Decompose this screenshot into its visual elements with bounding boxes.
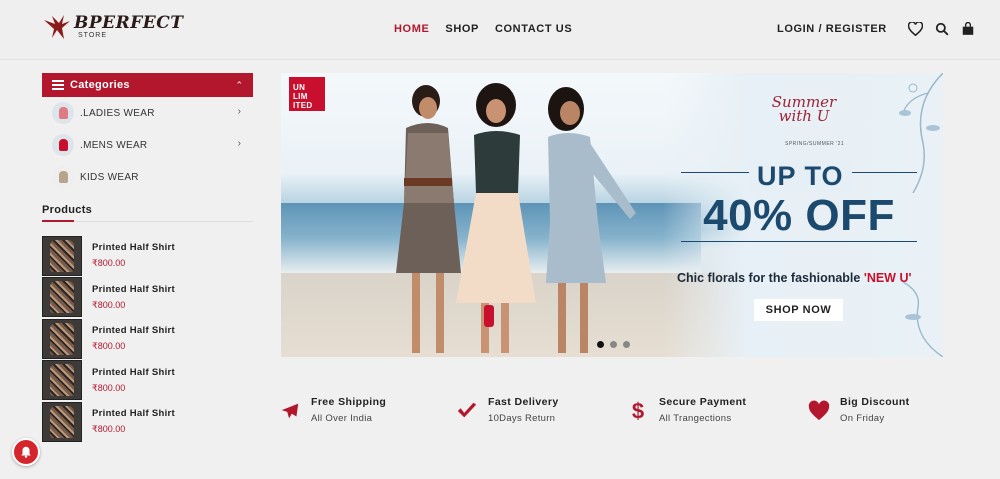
feature-free-shipping: Free Shipping All Over India <box>279 396 386 424</box>
product-name[interactable]: Printed Half Shirt <box>92 408 175 419</box>
chevron-right-icon[interactable]: › <box>238 138 241 149</box>
feature-fast-delivery: Fast Delivery 10Days Return <box>456 396 559 424</box>
hero-banner[interactable]: UN LIM ITED Summer with U SPRING/SUMMER … <box>281 73 943 357</box>
product-image[interactable] <box>42 401 82 442</box>
product-name[interactable]: Printed Half Shirt <box>92 284 175 295</box>
product-item[interactable]: Printed Half Shirt ₹800.00 <box>42 318 253 360</box>
unlimited-badge: UN LIM ITED <box>289 77 325 111</box>
banner-tagline: Chic florals for the fashionable 'NEW U' <box>677 271 911 285</box>
feature-big-discount: Big Discount On Friday <box>808 396 910 424</box>
eagle-logo-icon <box>44 15 70 39</box>
shop-now-button[interactable]: SHOP NOW <box>754 299 843 321</box>
product-price: ₹800.00 <box>92 424 126 435</box>
product-item[interactable]: Printed Half Shirt ₹800.00 <box>42 360 253 402</box>
chevron-up-icon[interactable]: ⌃ <box>235 80 243 91</box>
brand-logo[interactable]: BPERFECT STORE <box>42 12 183 42</box>
product-image[interactable] <box>42 360 82 401</box>
product-item[interactable]: Printed Half Shirt ₹800.00 <box>42 401 253 443</box>
search-icon[interactable] <box>933 20 951 38</box>
slider-dot[interactable] <box>610 341 617 348</box>
feature-secure-payment: $ Secure Payment All Trangections <box>627 396 746 424</box>
category-label: .MENS WEAR <box>80 139 148 151</box>
tagline-text: Chic florals for the fashionable <box>677 271 864 285</box>
product-list: Printed Half Shirt ₹800.00 Printed Half … <box>42 235 253 443</box>
login-register-link[interactable]: LOGIN / REGISTER <box>777 23 887 35</box>
category-label: .LADIES WEAR <box>80 107 155 119</box>
product-price: ₹800.00 <box>92 258 126 269</box>
slider-dots <box>597 341 636 348</box>
checkmark-icon <box>457 402 477 418</box>
bell-icon <box>21 446 31 458</box>
headline-top: UP TO <box>749 161 852 192</box>
category-item-kids[interactable]: KIDS WEAR <box>42 161 253 193</box>
feature-subtitle: All Over India <box>311 413 373 424</box>
product-name[interactable]: Printed Half Shirt <box>92 325 175 336</box>
nav-home[interactable]: HOME <box>394 23 429 35</box>
product-name[interactable]: Printed Half Shirt <box>92 367 175 378</box>
category-thumb <box>52 102 74 124</box>
heart-icon[interactable] <box>907 20 925 38</box>
products-title: Products <box>42 204 93 216</box>
chevron-right-icon[interactable]: › <box>238 106 241 117</box>
category-list: .LADIES WEAR › .MENS WEAR › KIDS WEAR <box>42 97 253 193</box>
cart-icon[interactable] <box>959 20 977 38</box>
category-thumb <box>52 134 74 156</box>
feature-title: Secure Payment <box>659 396 747 408</box>
nav-shop[interactable]: SHOP <box>445 23 479 35</box>
feature-title: Fast Delivery <box>488 396 559 408</box>
product-item[interactable]: Printed Half Shirt ₹800.00 <box>42 235 253 277</box>
notification-bell-button[interactable] <box>12 438 40 466</box>
categories-header[interactable]: Categories ⌃ <box>42 73 253 97</box>
categories-title: Categories <box>70 79 130 91</box>
brand-name: BPERFECT <box>74 13 184 33</box>
product-price: ₹800.00 <box>92 299 126 310</box>
products-divider <box>42 220 253 222</box>
heart-icon <box>808 400 830 421</box>
product-image[interactable] <box>42 235 82 276</box>
dollar-icon: $ <box>632 400 644 422</box>
category-item-ladies[interactable]: .LADIES WEAR › <box>42 97 253 129</box>
menu-icon <box>52 80 64 90</box>
category-label: KIDS WEAR <box>80 171 139 183</box>
feature-title: Big Discount <box>840 396 910 408</box>
header-actions: LOGIN / REGISTER <box>777 20 977 38</box>
airplane-icon <box>281 403 299 419</box>
product-name[interactable]: Printed Half Shirt <box>92 242 175 253</box>
feature-title: Free Shipping <box>311 396 387 408</box>
product-price: ₹800.00 <box>92 382 126 393</box>
product-price: ₹800.00 <box>92 341 126 352</box>
headline-main: 40% OFF <box>703 191 895 240</box>
category-item-mens[interactable]: .MENS WEAR › <box>42 129 253 161</box>
slider-dot[interactable] <box>623 341 630 348</box>
slider-dot[interactable] <box>597 341 604 348</box>
summer-script-title: Summer with U <box>771 93 837 125</box>
product-item[interactable]: Printed Half Shirt ₹800.00 <box>42 277 253 319</box>
main-nav: HOME SHOP CONTACT US <box>394 23 588 35</box>
feature-subtitle: All Trangections <box>659 413 732 424</box>
brand-sub: STORE <box>78 32 107 39</box>
floral-decoration-icon <box>902 281 943 357</box>
site-header: BPERFECT STORE HOME SHOP CONTACT US LOGI… <box>0 0 1000 60</box>
svg-text:$: $ <box>632 400 644 422</box>
product-image[interactable] <box>42 318 82 359</box>
floral-decoration-icon <box>899 73 943 193</box>
product-image[interactable] <box>42 277 82 318</box>
category-thumb <box>52 166 74 188</box>
feature-subtitle: On Friday <box>840 413 885 424</box>
feature-subtitle: 10Days Return <box>488 413 556 424</box>
headline-rule <box>681 241 917 242</box>
season-label: SPRING/SUMMER '21 <box>785 141 845 147</box>
banner-models-image <box>396 83 636 353</box>
nav-contact[interactable]: CONTACT US <box>495 23 572 35</box>
tagline-highlight: 'NEW U' <box>863 271 912 285</box>
